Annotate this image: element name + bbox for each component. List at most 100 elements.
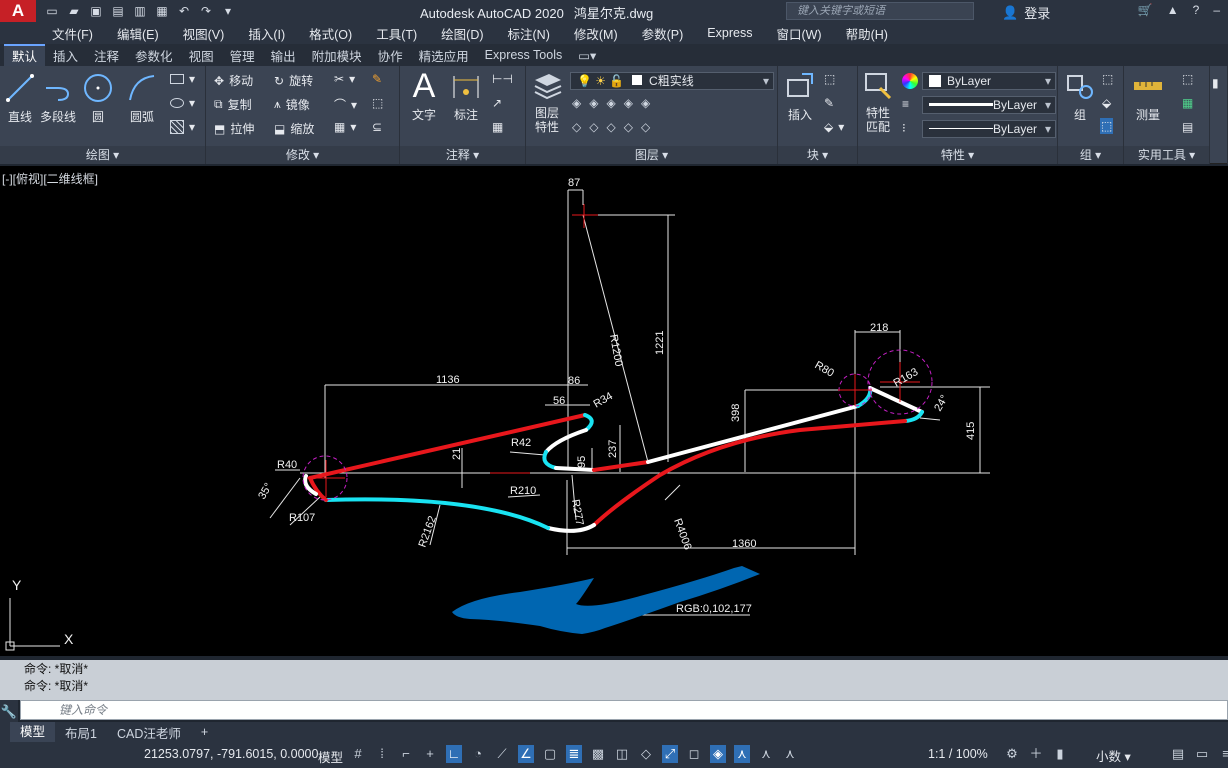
paste-icon[interactable]: ▮ bbox=[1212, 76, 1219, 90]
snap-icon[interactable]: ⁞ bbox=[374, 745, 390, 763]
erase-tool[interactable]: ✎ bbox=[372, 72, 382, 86]
text-tool[interactable]: A 文字 bbox=[408, 69, 440, 123]
lineweight-icon[interactable]: ≡ bbox=[902, 97, 909, 111]
dimension-label[interactable]: 415 bbox=[965, 422, 977, 440]
move-tool[interactable]: ✥ 移动 bbox=[214, 72, 253, 89]
panel-groups-title[interactable]: 组 ▾ bbox=[1058, 146, 1123, 164]
annotation-scale[interactable]: 1:1 / 100% bbox=[928, 747, 988, 761]
hatch-tool[interactable]: ▾ bbox=[170, 96, 195, 110]
layer-current-icon[interactable]: ◇ bbox=[641, 120, 650, 134]
dimension-tool[interactable]: 标注 bbox=[450, 70, 482, 123]
customize-icon[interactable]: ▾ bbox=[220, 4, 236, 18]
menu-item[interactable]: 绘图(D) bbox=[441, 24, 483, 43]
layer-on-icon[interactable]: ◇ bbox=[572, 120, 581, 134]
ribbon-tab[interactable]: 视图 bbox=[181, 46, 222, 65]
panel-block-title[interactable]: 块 ▾ bbox=[778, 146, 857, 164]
insert-block-tool[interactable]: 插入 bbox=[784, 70, 816, 123]
drawing-svg[interactable]: 87 R1200 1221 1136 8656 R34 R42 21 95 237 R210 R277… bbox=[0, 166, 1228, 656]
coordinate-readout[interactable]: 21253.0797, -791.6015, 0.0000 bbox=[144, 747, 318, 761]
menu-item[interactable]: 格式(O) bbox=[309, 24, 352, 43]
viewport-controls[interactable]: [-][俯视][二维线框] bbox=[2, 170, 98, 187]
dimension-label[interactable]: 86 bbox=[568, 375, 580, 387]
ribbon-tab[interactable]: 精选应用 bbox=[411, 46, 477, 65]
ribbon-tab[interactable]: 注释 bbox=[86, 46, 127, 65]
ribbon-tab[interactable]: 输出 bbox=[263, 46, 304, 65]
rgb-note[interactable]: RGB:0,102,177 bbox=[676, 603, 752, 615]
scale-tool[interactable]: ⬓ 缩放 bbox=[274, 120, 314, 137]
object-snap-tracking-icon[interactable]: ∠ bbox=[518, 745, 534, 763]
a360-icon[interactable]: ▲ bbox=[1167, 3, 1179, 17]
menu-item[interactable]: 参数(P) bbox=[642, 24, 684, 43]
panel-layers-title[interactable]: 图层 ▾ bbox=[526, 146, 777, 164]
layout-tab[interactable]: 布局1 bbox=[55, 723, 107, 742]
rotate-tool[interactable]: ↻ 旋转 bbox=[274, 72, 313, 89]
annotation-visibility-icon[interactable]: ⋏ bbox=[734, 745, 750, 763]
arc-tool[interactable]: 圆弧 bbox=[126, 72, 158, 125]
print-icon[interactable]: ▦ bbox=[154, 4, 170, 18]
dynamic-input-icon[interactable]: + bbox=[422, 745, 438, 763]
circle-tool[interactable]: 圆 bbox=[82, 72, 114, 125]
polar-icon[interactable]: ◔ bbox=[470, 745, 486, 763]
drawing-canvas[interactable]: [-][俯视][二维线框] 87 R1200 1221 1136 86 56 R… bbox=[0, 166, 1228, 656]
create-block-tool[interactable]: ⬚ bbox=[824, 72, 835, 86]
measure-tool[interactable]: 测量 bbox=[1132, 70, 1164, 123]
dimension-label[interactable]: 1136 bbox=[436, 374, 460, 386]
menu-item[interactable]: Express bbox=[707, 26, 752, 40]
menu-item[interactable]: 文件(F) bbox=[52, 24, 93, 43]
save-as-icon[interactable]: ▤ bbox=[110, 4, 126, 18]
layer-dropdown[interactable]: 💡 ☀ 🔓 C粗实线 bbox=[570, 72, 774, 90]
dimension-label[interactable]: R80 bbox=[813, 359, 836, 379]
layer-unisolate-icon[interactable]: ◇ bbox=[589, 120, 598, 134]
select-all-tool[interactable]: ▦ bbox=[1182, 96, 1193, 110]
dimension-label[interactable]: R163 bbox=[892, 366, 921, 390]
menu-item[interactable]: 视图(V) bbox=[183, 24, 225, 43]
array-tool[interactable]: ▦ ▾ bbox=[334, 120, 356, 134]
selection-filter-icon[interactable]: ◻ bbox=[686, 745, 702, 763]
dimension-label[interactable]: 1360 bbox=[732, 538, 756, 550]
signin-area[interactable]: 👤 登录 bbox=[1002, 3, 1050, 22]
mirror-tool[interactable]: ⩚ 镜像 bbox=[274, 96, 310, 113]
transparency-icon[interactable]: ▩ bbox=[590, 745, 606, 763]
leader-tool[interactable]: ↗ bbox=[492, 96, 502, 110]
layer-isolate-icon[interactable]: ◈ bbox=[589, 96, 598, 110]
stretch-tool[interactable]: ⬒ 拉伸 bbox=[214, 120, 254, 137]
ribbon-tab[interactable]: 附加模块 bbox=[304, 46, 370, 65]
annotation-scale-icon[interactable]: ⋏ bbox=[782, 745, 798, 763]
dynamic-ucs-icon[interactable]: ⤢ bbox=[662, 745, 678, 763]
dimension-label[interactable]: R107 bbox=[289, 512, 315, 524]
units-icon[interactable]: ▮ bbox=[1052, 745, 1068, 763]
layer-match-icon[interactable]: ◈ bbox=[641, 96, 650, 110]
dimension-label[interactable]: 24° bbox=[932, 393, 951, 413]
dimension-label[interactable]: R277 bbox=[569, 498, 585, 526]
trim-tool[interactable]: ✂ ▾ bbox=[334, 72, 355, 86]
ribbon-tab[interactable]: 参数化 bbox=[127, 46, 181, 65]
menu-item[interactable]: 帮助(H) bbox=[846, 24, 888, 43]
dimension-label[interactable]: 398 bbox=[730, 404, 742, 422]
explode-tool[interactable]: ⬚ bbox=[372, 96, 383, 110]
gradient-tool[interactable]: ▾ bbox=[170, 120, 195, 134]
object-snap-icon[interactable]: ▢ bbox=[542, 745, 558, 763]
customize-status-icon[interactable]: ≡ bbox=[1218, 745, 1228, 763]
auto-scale-icon[interactable]: ⋏ bbox=[758, 745, 774, 763]
gizmo-icon[interactable]: ◈ bbox=[710, 745, 726, 763]
group-edit-tool[interactable]: ⬙ bbox=[1102, 96, 1111, 110]
dimension-label[interactable]: R42 bbox=[511, 437, 531, 449]
dimension-label[interactable]: R40 bbox=[277, 459, 297, 471]
rectangle-tool[interactable]: ▾ bbox=[170, 72, 195, 86]
block-attr-tool[interactable]: ⬙ ▾ bbox=[824, 120, 844, 134]
grid-icon[interactable]: # bbox=[350, 745, 366, 763]
menu-item[interactable]: 工具(T) bbox=[376, 24, 417, 43]
calculator-tool[interactable]: ▤ bbox=[1182, 120, 1193, 134]
polyline-tool[interactable]: 多段线 bbox=[40, 72, 76, 125]
menu-item[interactable]: 窗口(W) bbox=[776, 24, 821, 43]
menu-item[interactable]: 修改(M) bbox=[574, 24, 618, 43]
units-dropdown[interactable]: 小数 ▾ bbox=[1092, 746, 1164, 764]
undo-icon[interactable]: ↶ bbox=[176, 4, 192, 18]
color-wheel-icon[interactable] bbox=[902, 73, 918, 89]
add-layout-icon[interactable]: + bbox=[191, 725, 218, 739]
ortho-icon[interactable]: ∟ bbox=[446, 745, 462, 763]
quick-select-tool[interactable]: ⬚ bbox=[1182, 72, 1193, 86]
gear-icon[interactable]: ⚙ bbox=[1004, 745, 1020, 763]
wrench-icon[interactable]: 🔧 bbox=[0, 704, 18, 720]
panel-modify-title[interactable]: 修改 ▾ bbox=[206, 146, 399, 164]
